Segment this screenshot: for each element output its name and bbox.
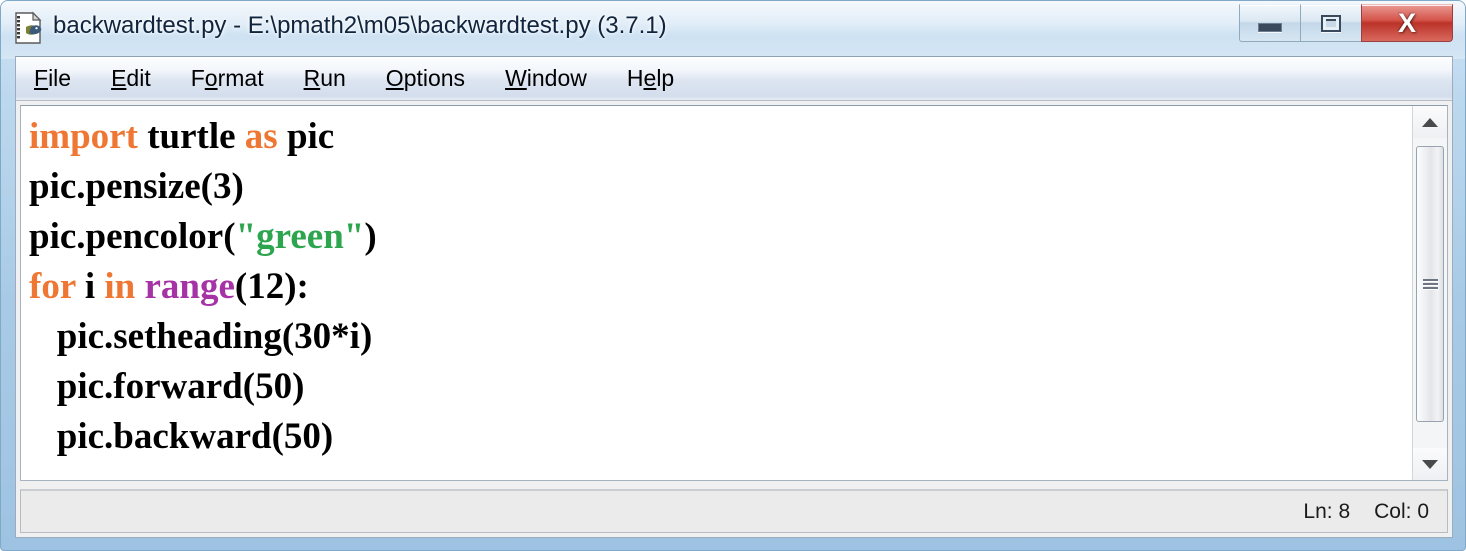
scroll-up-arrow[interactable] (1413, 106, 1447, 138)
code-token-def: pic.pencolor( (29, 216, 236, 257)
column-indicator: Col: 0 (1374, 499, 1429, 523)
code-text[interactable]: import turtle as pic pic.pensize(3) pic.pe… (21, 106, 1412, 480)
code-token-def: pic.setheading(30*i) (29, 316, 373, 357)
menu-item-file[interactable]: File (34, 67, 71, 90)
code-token-def: (12): (234, 266, 309, 307)
client-area: File Edit Format Run Options Window Help impor… (15, 56, 1453, 538)
close-icon: X (1397, 7, 1416, 38)
close-button[interactable]: X (1361, 4, 1453, 42)
menu-item-window[interactable]: Window (505, 67, 587, 90)
minimize-icon (1258, 22, 1282, 32)
menu-bar: File Edit Format Run Options Window Help (16, 57, 1452, 101)
code-line: pic.pensize(3) (29, 162, 1412, 212)
scroll-down-arrow[interactable] (1413, 448, 1447, 480)
vertical-scrollbar[interactable] (1412, 106, 1447, 480)
menu-item-format[interactable]: Format (191, 67, 264, 90)
code-token-kw: import (29, 116, 138, 157)
code-token-def: pic.forward(50) (29, 366, 305, 407)
menu-item-edit[interactable]: Edit (111, 67, 151, 90)
line-indicator: Ln: 8 (1303, 499, 1351, 523)
menu-item-help[interactable]: Help (627, 67, 674, 90)
menu-item-options[interactable]: Options (386, 67, 465, 90)
code-token-def: turtle (137, 116, 245, 157)
code-token-kw: in (104, 266, 136, 307)
code-line: pic.backward(50) (29, 412, 1412, 462)
code-line: import turtle as pic (29, 112, 1412, 162)
code-token-str: "green" (235, 216, 365, 257)
code-line: pic.forward(50) (29, 362, 1412, 412)
minimize-button[interactable] (1239, 4, 1300, 42)
maximize-button[interactable] (1300, 4, 1361, 42)
grip-icon (1422, 278, 1438, 290)
code-token-kw: as (244, 116, 278, 157)
python-idle-file-icon (11, 11, 45, 45)
window-title: backwardtest.py - E:\pmath2\m05\backward… (53, 12, 667, 39)
chevron-down-icon (1422, 459, 1438, 469)
code-token-def: pic (277, 116, 335, 157)
code-line: pic.setheading(30*i) (29, 312, 1412, 362)
idle-editor-window: backwardtest.py - E:\pmath2\m05\backward… (0, 0, 1466, 551)
code-token-def: i (75, 266, 105, 307)
window-controls: X (1239, 4, 1453, 44)
code-token-def: ) (364, 216, 377, 257)
editor-area[interactable]: import turtle as pic pic.pensize(3) pic.pe… (20, 105, 1448, 481)
maximize-icon (1321, 14, 1341, 32)
code-line: for i in range(12): (29, 262, 1412, 312)
code-token-def: pic.backward(50) (29, 416, 334, 457)
status-bar: Ln: 8 Col: 0 (20, 489, 1448, 533)
code-token-kw: for (29, 266, 76, 307)
code-line: pic.pencolor("green") (29, 212, 1412, 262)
code-token-bi: range (144, 266, 235, 307)
chevron-up-icon (1422, 117, 1438, 127)
menu-item-run[interactable]: Run (304, 67, 346, 90)
code-token-def: pic.pensize(3) (29, 166, 244, 207)
title-bar[interactable]: backwardtest.py - E:\pmath2\m05\backward… (1, 1, 1465, 56)
scrollbar-thumb[interactable] (1416, 146, 1444, 422)
